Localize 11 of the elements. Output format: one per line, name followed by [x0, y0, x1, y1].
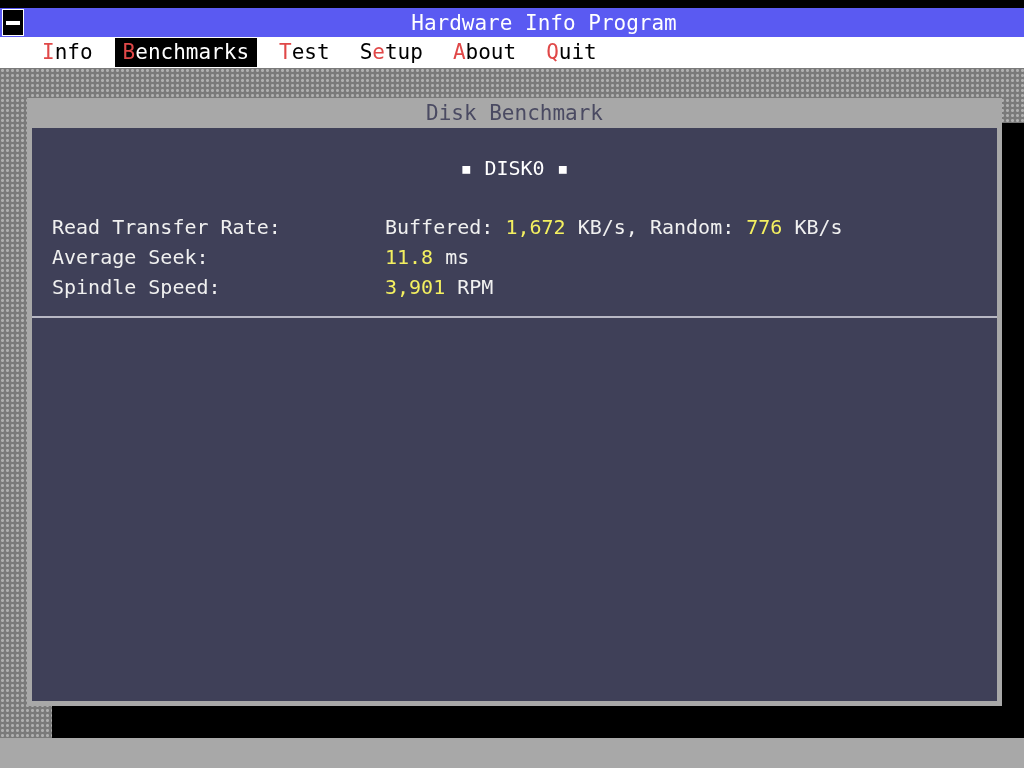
- menu-item[interactable]: Benchmarks: [114, 38, 258, 67]
- field-value: 3,901 RPM: [385, 274, 494, 301]
- dialog-title: Disk Benchmark: [425, 100, 604, 127]
- field-value: 11.8 ms: [385, 244, 470, 271]
- disk-heading: ▪ DISK0 ▪: [459, 156, 570, 180]
- window-title: Hardware Info Program: [410, 10, 678, 35]
- field-label: Spindle Speed:: [52, 274, 222, 301]
- field-label: Read Transfer Rate:: [52, 214, 282, 241]
- field-label: Average Seek:: [52, 244, 210, 271]
- system-menu-button[interactable]: [2, 9, 24, 36]
- field-value: Buffered: 1,672 KB/s, Random: 776 KB/s: [385, 214, 843, 241]
